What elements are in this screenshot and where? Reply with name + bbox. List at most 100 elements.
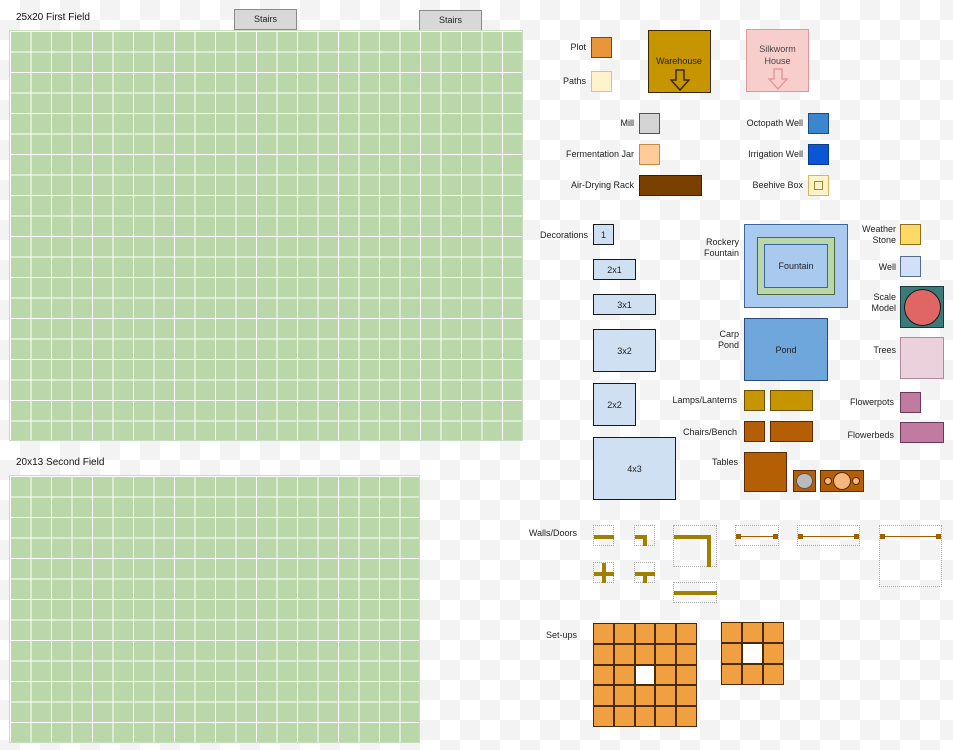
weather-stone[interactable]: [900, 224, 921, 245]
setup-plot-cell: [613, 706, 635, 727]
setup-plot-cell: [655, 685, 677, 707]
second-field-grid[interactable]: [9, 475, 420, 743]
setup-plot-cell: [676, 706, 697, 727]
table-with-chairs[interactable]: [820, 470, 864, 492]
door-hinge-icon: [798, 534, 803, 539]
mill-label: Mill: [620, 118, 635, 128]
setup-plot-cell: [676, 664, 697, 686]
setup-plot-cell: [676, 685, 697, 707]
setup-plot-cell: [593, 664, 614, 686]
wall-segment: [594, 535, 614, 539]
wall-segment: [674, 591, 717, 595]
setup-plot-cell: [676, 623, 697, 644]
first-field-grid[interactable]: [9, 30, 523, 441]
irrigation-swatch[interactable]: [808, 144, 829, 165]
setup-plot-cell: [613, 623, 635, 644]
fermentation-label: Fermentation Jar: [565, 149, 634, 159]
lamp-single[interactable]: [744, 390, 765, 411]
silkworm-house[interactable]: Silkworm House: [746, 29, 809, 92]
setup-plot-cell: [721, 622, 742, 643]
wall-segment: [602, 563, 606, 583]
warehouse-building[interactable]: Warehouse: [648, 30, 711, 93]
setup-plot-cell: [721, 643, 742, 664]
wall-straight[interactable]: [593, 525, 614, 546]
setup-plot-cell: [655, 643, 677, 665]
lantern-double[interactable]: [770, 390, 813, 411]
setup-plot-cell: [593, 685, 614, 707]
setup-plot-cell: [676, 643, 697, 665]
table-large[interactable]: [744, 452, 787, 492]
warehouse-label: Warehouse: [656, 56, 702, 66]
setup-plot-cell: [763, 664, 784, 685]
flowerbeds-label: Flowerbeds: [847, 430, 894, 440]
wall-segment: [643, 535, 647, 546]
lamps-label: Lamps/Lanterns: [672, 395, 737, 405]
setup-center-well: [634, 664, 656, 686]
well-swatch[interactable]: [900, 256, 921, 277]
door-short[interactable]: [735, 525, 779, 546]
door-hinge-icon: [773, 534, 778, 539]
beehive-inner: [814, 181, 823, 190]
scale-model[interactable]: [900, 286, 944, 328]
setup-plot-cell: [742, 664, 763, 685]
stairs-button-1[interactable]: Stairs: [234, 9, 297, 30]
table-top-icon: [796, 473, 813, 489]
fountain-basin: Fountain: [764, 244, 828, 288]
scale-label: Scale Model: [871, 292, 896, 313]
decoration-3x1[interactable]: 3x1: [593, 294, 656, 315]
arrow-down-icon: [768, 68, 788, 90]
wall-long[interactable]: [673, 582, 717, 603]
table-round-small[interactable]: [793, 470, 816, 492]
decoration-2x1[interactable]: 2x1: [593, 259, 636, 280]
plot-swatch[interactable]: [591, 37, 612, 58]
trees-swatch[interactable]: [900, 337, 944, 379]
flowerpot-swatch[interactable]: [900, 392, 921, 413]
decoration-2x2[interactable]: 2x2: [593, 383, 636, 426]
chair-left-icon: [824, 477, 832, 485]
trees-label: Trees: [873, 345, 896, 355]
carp-pond[interactable]: Pond: [744, 318, 828, 381]
wall-corner[interactable]: [634, 525, 655, 546]
octopath-label: Octopath Well: [746, 118, 803, 128]
walls-label: Walls/Doors: [528, 528, 577, 538]
chair-single[interactable]: [744, 421, 765, 442]
arrow-down-icon: [670, 69, 690, 91]
decoration-3x2[interactable]: 3x2: [593, 329, 656, 372]
door-hinge-icon: [936, 534, 941, 539]
beehive-swatch[interactable]: [808, 175, 829, 196]
setup-large[interactable]: [593, 623, 697, 727]
door-wide[interactable]: [879, 525, 942, 587]
setup-small[interactable]: [721, 622, 784, 685]
setup-plot-cell: [634, 623, 656, 644]
drying-label: Air-Drying Rack: [570, 180, 634, 190]
decoration-1x1[interactable]: 1: [593, 224, 614, 245]
wall-tee[interactable]: [634, 562, 655, 583]
setup-plot-cell: [593, 643, 614, 665]
plot-label: Plot: [570, 42, 586, 52]
rockery-fountain[interactable]: Fountain: [744, 224, 848, 308]
fermentation-swatch[interactable]: [639, 144, 660, 165]
decoration-4x3[interactable]: 4x3: [593, 437, 676, 500]
setup-plot-cell: [593, 706, 614, 727]
rockery-ring: Fountain: [757, 237, 835, 295]
paths-swatch[interactable]: [591, 71, 612, 92]
setup-plot-cell: [634, 643, 656, 665]
setups-label: Set-ups: [545, 630, 577, 640]
door-medium[interactable]: [797, 525, 860, 546]
octopath-swatch[interactable]: [808, 113, 829, 134]
bench-double[interactable]: [770, 421, 813, 442]
door-line: [800, 536, 857, 537]
weather-label: Weather Stone: [862, 224, 896, 245]
stairs-button-2[interactable]: Stairs: [419, 10, 482, 31]
wall-segment: [643, 572, 647, 583]
chairs-label: Chairs/Bench: [682, 427, 737, 437]
wall-cross[interactable]: [593, 562, 614, 583]
wall-segment: [707, 535, 711, 567]
flowerbed-swatch[interactable]: [900, 422, 944, 443]
mill-swatch[interactable]: [639, 113, 660, 134]
carp-label: Carp Pond: [717, 329, 739, 350]
door-line: [882, 536, 939, 537]
drying-swatch[interactable]: [639, 175, 702, 196]
irrigation-label: Irrigation Well: [748, 149, 803, 159]
wall-corner-large[interactable]: [673, 525, 717, 567]
